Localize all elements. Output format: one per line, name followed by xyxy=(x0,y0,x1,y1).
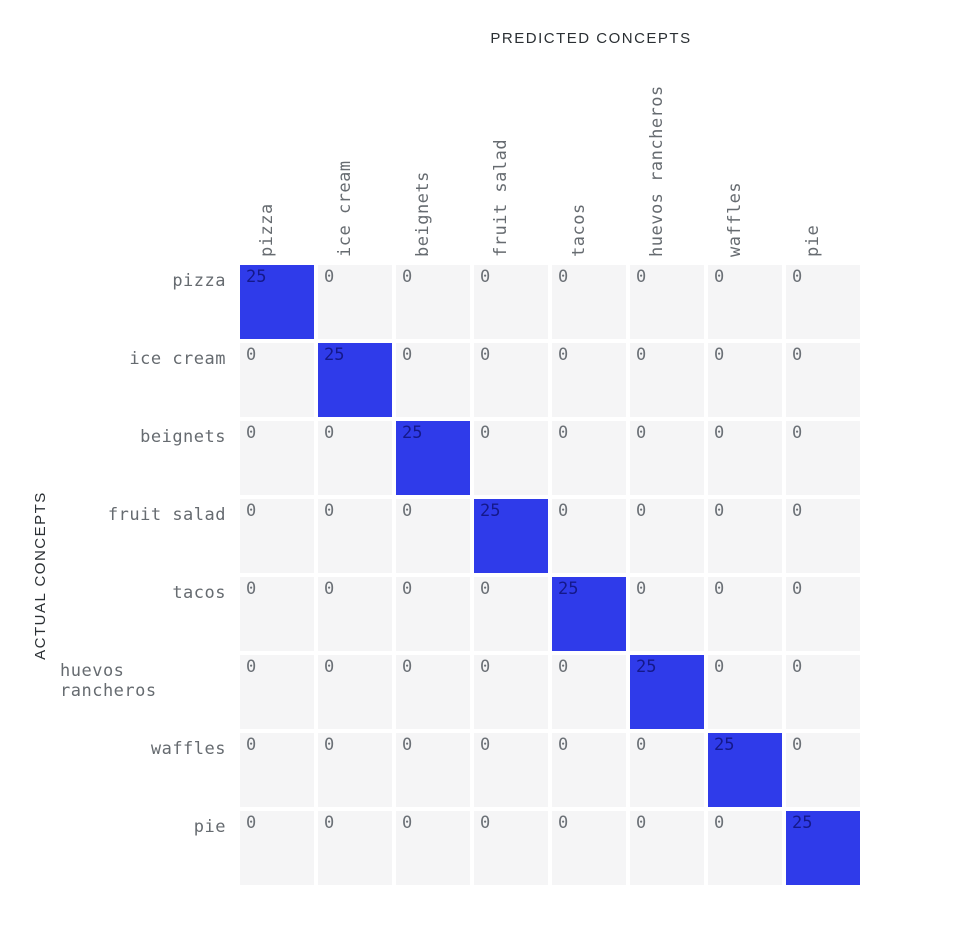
matrix-cell[interactable]: 0 xyxy=(474,421,548,495)
matrix-cell[interactable]: 0 xyxy=(240,499,314,573)
col-header-label: pie xyxy=(803,225,823,257)
matrix-cell[interactable]: 0 xyxy=(552,499,626,573)
matrix-cell[interactable]: 0 xyxy=(396,655,470,729)
matrix-cell[interactable]: 0 xyxy=(786,421,860,495)
col-header: waffles xyxy=(708,65,782,265)
matrix-cell[interactable]: 0 xyxy=(396,733,470,807)
matrix-cell[interactable]: 0 xyxy=(708,343,782,417)
matrix-cell[interactable]: 0 xyxy=(396,265,470,339)
y-axis-title: ACTUAL CONCEPTS xyxy=(20,265,60,885)
matrix-cell[interactable]: 0 xyxy=(240,655,314,729)
matrix-cell[interactable]: 0 xyxy=(396,343,470,417)
row-header: pizza xyxy=(60,265,240,339)
matrix-cell[interactable]: 0 xyxy=(630,343,704,417)
matrix-cell[interactable]: 0 xyxy=(708,811,782,885)
matrix-cell[interactable]: 0 xyxy=(318,577,392,651)
row-header: tacos xyxy=(60,577,240,651)
matrix-cell[interactable]: 25 xyxy=(474,499,548,573)
matrix-cell[interactable]: 0 xyxy=(318,421,392,495)
matrix-cell[interactable]: 0 xyxy=(240,811,314,885)
col-header: tacos xyxy=(552,65,626,265)
col-header: fruit salad xyxy=(474,65,548,265)
matrix-grid: 25 0 0 0 0 0 0 0 0 25 0 0 0 0 0 0 0 0 25… xyxy=(240,265,942,885)
row-header: waffles xyxy=(60,733,240,807)
matrix-cell[interactable]: 0 xyxy=(396,811,470,885)
matrix-cell[interactable]: 0 xyxy=(240,733,314,807)
matrix-cell[interactable]: 0 xyxy=(318,733,392,807)
matrix-cell[interactable]: 0 xyxy=(240,343,314,417)
matrix-cell[interactable]: 0 xyxy=(708,655,782,729)
row-header: huevos rancheros xyxy=(60,655,240,729)
matrix-cell[interactable]: 0 xyxy=(786,577,860,651)
matrix-cell[interactable]: 0 xyxy=(318,499,392,573)
x-axis-title: PREDICTED CONCEPTS xyxy=(240,30,942,65)
column-headers: pizza ice cream beignets fruit salad tac… xyxy=(240,65,942,265)
matrix-cell[interactable]: 0 xyxy=(474,265,548,339)
matrix-cell[interactable]: 0 xyxy=(630,499,704,573)
matrix-cell[interactable]: 0 xyxy=(318,811,392,885)
matrix-cell[interactable]: 0 xyxy=(786,655,860,729)
row-header: beignets xyxy=(60,421,240,495)
matrix-cell[interactable]: 0 xyxy=(630,577,704,651)
matrix-cell[interactable]: 0 xyxy=(318,265,392,339)
col-header-label: waffles xyxy=(725,182,745,257)
col-header-label: huevos rancheros xyxy=(647,85,667,257)
col-header-label: fruit salad xyxy=(491,139,511,257)
matrix-cell[interactable]: 0 xyxy=(474,811,548,885)
matrix-cell[interactable]: 0 xyxy=(552,343,626,417)
matrix-cell[interactable]: 0 xyxy=(786,499,860,573)
matrix-cell[interactable]: 25 xyxy=(786,811,860,885)
matrix-cell[interactable]: 25 xyxy=(396,421,470,495)
matrix-cell[interactable]: 0 xyxy=(630,811,704,885)
col-header-label: ice cream xyxy=(335,160,355,257)
matrix-cell[interactable]: 0 xyxy=(552,811,626,885)
matrix-cell[interactable]: 0 xyxy=(708,265,782,339)
matrix-cell[interactable]: 0 xyxy=(474,577,548,651)
col-header: ice cream xyxy=(318,65,392,265)
matrix-cell[interactable]: 0 xyxy=(630,421,704,495)
col-header-label: tacos xyxy=(569,203,589,257)
col-header-label: beignets xyxy=(413,171,433,257)
matrix-cell[interactable]: 25 xyxy=(708,733,782,807)
matrix-cell[interactable]: 0 xyxy=(552,733,626,807)
matrix-cell[interactable]: 0 xyxy=(474,343,548,417)
col-header: pie xyxy=(786,65,860,265)
col-header: beignets xyxy=(396,65,470,265)
matrix-cell[interactable]: 0 xyxy=(708,499,782,573)
col-header: pizza xyxy=(240,65,314,265)
matrix-cell[interactable]: 0 xyxy=(240,577,314,651)
row-headers: pizza ice cream beignets fruit salad tac… xyxy=(60,265,240,885)
matrix-cell[interactable]: 0 xyxy=(396,499,470,573)
matrix-cell[interactable]: 25 xyxy=(240,265,314,339)
matrix-cell[interactable]: 0 xyxy=(474,655,548,729)
matrix-cell[interactable]: 0 xyxy=(552,655,626,729)
matrix-cell[interactable]: 0 xyxy=(318,655,392,729)
matrix-cell[interactable]: 0 xyxy=(630,733,704,807)
row-header: fruit salad xyxy=(60,499,240,573)
matrix-cell[interactable]: 0 xyxy=(786,265,860,339)
col-header-label: pizza xyxy=(257,203,277,257)
matrix-cell[interactable]: 0 xyxy=(552,421,626,495)
matrix-cell[interactable]: 0 xyxy=(786,343,860,417)
matrix-cell[interactable]: 0 xyxy=(708,421,782,495)
matrix-cell[interactable]: 0 xyxy=(240,421,314,495)
col-header: huevos rancheros xyxy=(630,65,704,265)
matrix-cell[interactable]: 0 xyxy=(396,577,470,651)
y-axis-title-text: ACTUAL CONCEPTS xyxy=(32,491,49,660)
row-header: pie xyxy=(60,811,240,885)
matrix-cell[interactable]: 0 xyxy=(474,733,548,807)
matrix-cell[interactable]: 0 xyxy=(630,265,704,339)
matrix-cell[interactable]: 0 xyxy=(708,577,782,651)
matrix-cell[interactable]: 25 xyxy=(630,655,704,729)
row-header: ice cream xyxy=(60,343,240,417)
matrix-cell[interactable]: 0 xyxy=(786,733,860,807)
confusion-matrix: PREDICTED CONCEPTS ACTUAL CONCEPTS pizza… xyxy=(20,30,942,885)
matrix-cell[interactable]: 25 xyxy=(552,577,626,651)
matrix-cell[interactable]: 25 xyxy=(318,343,392,417)
matrix-cell[interactable]: 0 xyxy=(552,265,626,339)
